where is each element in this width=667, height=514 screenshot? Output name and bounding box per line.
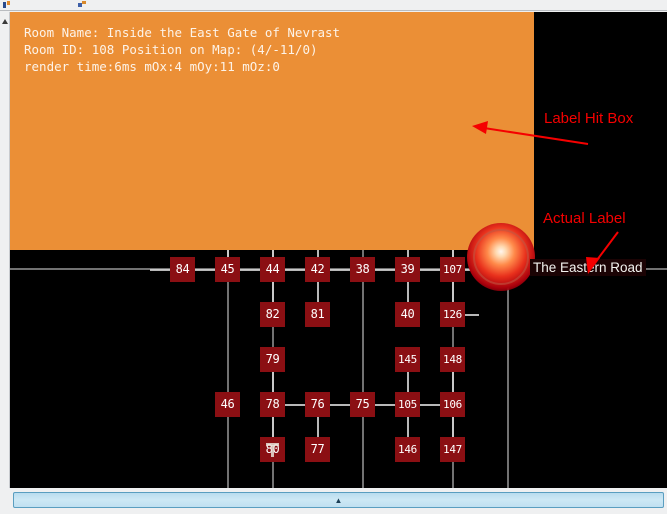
map-room-node-105[interactable]: 105	[395, 392, 420, 417]
map-connection	[465, 314, 479, 316]
map-room-node-label: 75	[355, 397, 370, 411]
map-room-node-label: 38	[355, 262, 370, 276]
player-glow-ring	[473, 229, 529, 285]
map-connection	[150, 269, 172, 271]
label-hit-box-annotation-arrow	[472, 121, 589, 145]
actual-label-annotation-arrow	[586, 231, 619, 274]
map-room-node-79[interactable]: 79	[260, 347, 285, 372]
map-connection	[407, 417, 409, 439]
map-room-node-label: 42	[310, 262, 325, 276]
room-info-text: Room Name: Inside the East Gate of Nevra…	[24, 24, 340, 75]
scroll-up-arrow-icon[interactable]	[1, 13, 9, 24]
map-canvas[interactable]: 1614367201936629923221121910122978355434…	[10, 12, 667, 488]
horizontal-scrollbar-thumb[interactable]: ▲	[13, 492, 664, 508]
map-room-node-145[interactable]: 145	[395, 347, 420, 372]
map-connection	[317, 417, 319, 439]
horizontal-scrollbar[interactable]: ▲	[10, 488, 667, 514]
map-room-node-label: 82	[265, 307, 280, 321]
map-room-node-39[interactable]: 39	[395, 257, 420, 282]
map-connection	[420, 269, 442, 271]
map-window: 1614367201936629923221121910122978355434…	[0, 0, 667, 514]
actual-label-annotation-text: Actual Label	[543, 210, 626, 227]
map-room-node-84[interactable]: 84	[170, 257, 195, 282]
map-room-node-76[interactable]: 76	[305, 392, 330, 417]
map-room-node-40[interactable]: 40	[395, 302, 420, 327]
map-connection	[272, 282, 274, 304]
map-connection	[272, 372, 274, 394]
map-connection	[407, 372, 409, 394]
map-room-node-126[interactable]: 126	[440, 302, 465, 327]
map-connection	[407, 282, 409, 304]
map-connection	[272, 417, 274, 439]
map-room-node-label: 39	[400, 262, 415, 276]
map-room-node-42[interactable]: 42	[305, 257, 330, 282]
map-connection	[285, 269, 307, 271]
map-connection	[375, 269, 397, 271]
vertical-scrollbar[interactable]	[0, 12, 10, 488]
player-position-glow	[467, 223, 535, 291]
map-room-node-label: 44	[265, 262, 280, 276]
info-line-room-name: Room Name: Inside the East Gate of Nevra…	[24, 25, 341, 40]
map-connection	[420, 404, 442, 406]
map-connection	[285, 404, 307, 406]
map-room-node-label: 80	[265, 442, 280, 456]
map-room-node-label: 106	[443, 398, 462, 411]
map-room-node-label: 147	[443, 443, 462, 456]
map-room-node-label: 78	[265, 397, 280, 411]
map-room-node-label: 76	[310, 397, 325, 411]
map-room-node-label: 81	[310, 307, 325, 321]
map-connection	[240, 269, 262, 271]
map-room-node-106[interactable]: 106	[440, 392, 465, 417]
info-line-room-id: Room ID: 108 Position on Map: (4/-11/0)	[24, 42, 318, 57]
map-room-node-label: 105	[398, 398, 417, 411]
map-connection	[375, 404, 397, 406]
map-room-node-label: 126	[443, 308, 462, 321]
map-room-node-label: 148	[443, 353, 462, 366]
map-room-node-77[interactable]: 77	[305, 437, 330, 462]
map-room-node-75[interactable]: 75	[350, 392, 375, 417]
map-room-node-label: 46	[220, 397, 235, 411]
map-room-node-46[interactable]: 46	[215, 392, 240, 417]
map-room-node-label: 84	[175, 262, 190, 276]
map-room-node-45[interactable]: 45	[215, 257, 240, 282]
map-room-node-81[interactable]: 81	[305, 302, 330, 327]
map-room-node-label: 107	[443, 263, 462, 276]
map-room-node-82[interactable]: 82	[260, 302, 285, 327]
map-connection	[452, 372, 454, 394]
map-room-node-148[interactable]: 148	[440, 347, 465, 372]
map-room-node-label: 45	[220, 262, 235, 276]
map-connection	[317, 282, 319, 304]
map-connection	[452, 282, 454, 304]
map-connection	[330, 404, 352, 406]
map-room-node-78[interactable]: 78	[260, 392, 285, 417]
app-icon	[3, 1, 11, 9]
map-room-node-label: 79	[265, 352, 280, 366]
map-connection	[195, 269, 217, 271]
map-room-node-label: 40	[400, 307, 415, 321]
map-connection	[452, 417, 454, 439]
pin-icon[interactable]	[78, 1, 86, 9]
map-connection	[330, 269, 352, 271]
map-room-node-label: 77	[310, 442, 325, 456]
map-room-node-80[interactable]: 80	[260, 437, 285, 462]
info-line-render: render time:6ms mOx:4 mOy:11 mOz:0	[24, 59, 280, 74]
map-room-node-44[interactable]: 44	[260, 257, 285, 282]
map-room-node-label: 145	[398, 353, 417, 366]
map-room-node-label: 146	[398, 443, 417, 456]
window-titlebar	[0, 0, 667, 11]
map-room-node-147[interactable]: 147	[440, 437, 465, 462]
map-room-node-38[interactable]: 38	[350, 257, 375, 282]
map-room-node-146[interactable]: 146	[395, 437, 420, 462]
scroll-caret-icon: ▲	[334, 496, 343, 505]
map-room-node-107[interactable]: 107	[440, 257, 465, 282]
